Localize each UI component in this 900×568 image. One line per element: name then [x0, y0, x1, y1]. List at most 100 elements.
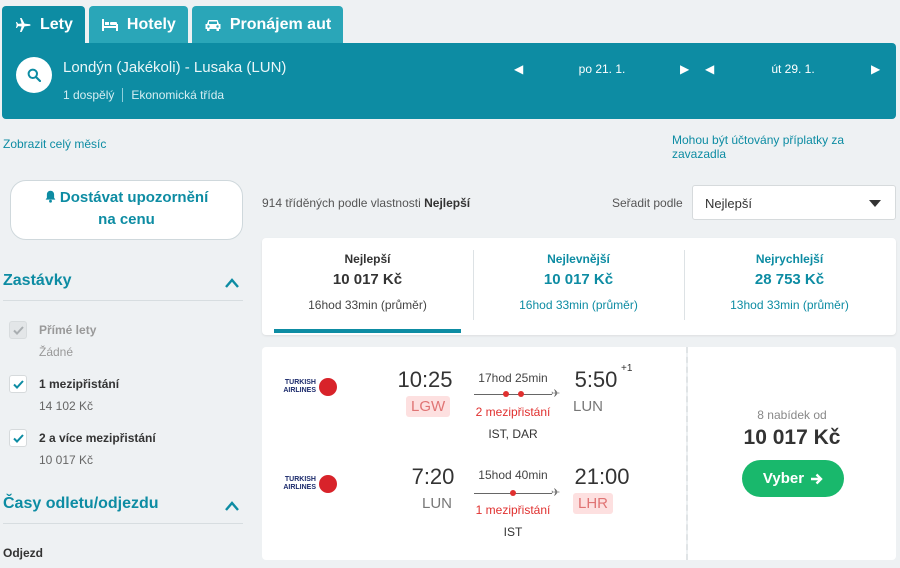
- offers-count: 8 nabídek od: [757, 408, 827, 422]
- results-count: 914 tříděných podle vlastnosti Nejlepší: [262, 196, 470, 210]
- depart-date[interactable]: po 21. 1.: [524, 62, 680, 76]
- tab-label: Lety: [40, 16, 73, 33]
- stop-dot: [510, 490, 516, 496]
- checkmark-icon: [12, 325, 24, 335]
- active-tab-indicator: [274, 329, 461, 333]
- flight-legs[interactable]: TURKISH AIRLINES 10:25 LGW 17hod 25min ✈ …: [262, 347, 686, 560]
- outbound-depart-time: 10:25: [397, 367, 453, 392]
- stops-filter-title[interactable]: Zastávky: [3, 272, 72, 290]
- stop-label-1-stop: 1 mezipřistání: [39, 377, 120, 391]
- outbound-from-airport: LGW: [406, 396, 451, 417]
- sort-tab-fastest[interactable]: Nejrychlejší 28 753 Kč 13hod 33min (prům…: [684, 238, 895, 335]
- passengers-cabin[interactable]: 1 dospělý Ekonomická třída: [63, 88, 224, 102]
- alert-label-line2: na cenu: [98, 211, 155, 228]
- stop-price-direct: Žádné: [39, 345, 74, 359]
- search-button[interactable]: [16, 57, 52, 93]
- inbound-depart-time: 7:20: [411, 464, 455, 489]
- divider: [3, 523, 243, 524]
- stop-dot: [518, 391, 524, 397]
- baggage-fees-link[interactable]: Mohou být účtovány příplatky za zavazadl…: [672, 133, 900, 161]
- results-count-sort: Nejlepší: [424, 196, 471, 210]
- bell-icon: [45, 190, 56, 203]
- divider: [3, 300, 243, 301]
- inbound-via: IST: [503, 525, 523, 539]
- outbound-to-airport: LUN: [573, 398, 604, 415]
- chevron-right-icon[interactable]: ▶: [680, 62, 690, 76]
- outbound-stops[interactable]: 2 mezipřistání: [458, 405, 568, 419]
- outbound-via: IST, DAR: [488, 427, 538, 441]
- inbound-from-airport: LUN: [422, 495, 453, 512]
- sort-tab-cheapest[interactable]: Nejlevnější 10 017 Kč 16hod 33min (průmě…: [473, 238, 684, 335]
- checkbox-1-stop[interactable]: [9, 375, 27, 393]
- select-button[interactable]: Vyber: [742, 460, 844, 497]
- stop-label-2-plus-stops: 2 a více mezipřistání: [39, 431, 156, 445]
- inbound-to-airport: LHR: [573, 493, 614, 514]
- sort-select[interactable]: Nejlepší: [692, 185, 896, 220]
- sort-tab-price: 28 753 Kč: [754, 271, 825, 288]
- times-filter-title[interactable]: Časy odletu/odjezdu: [3, 495, 159, 513]
- chevron-left-icon[interactable]: ◀: [514, 62, 524, 76]
- plane-icon: [14, 16, 32, 34]
- checkbox-2-plus-stops[interactable]: [9, 429, 27, 447]
- inbound-arrive-time: 21:00: [574, 464, 630, 489]
- sort-tab-duration: 16hod 33min (průměr): [308, 298, 427, 312]
- plane-icon: ✈: [551, 388, 561, 400]
- turkish-airlines-logo-icon: [319, 378, 337, 396]
- tab-car-rental[interactable]: Pronájem aut: [191, 6, 344, 44]
- price-box: 8 nabídek od 10 017 Kč Vyber: [688, 347, 896, 560]
- airline-name: TURKISH AIRLINES: [283, 476, 316, 491]
- inbound-stops[interactable]: 1 mezipřistání: [458, 503, 568, 517]
- chevron-up-icon[interactable]: [224, 277, 240, 289]
- results-count-text: 914 tříděných podle vlastnosti: [262, 196, 421, 210]
- sort-tabs: Nejlepší 10 017 Kč 16hod 33min (průměr) …: [262, 238, 896, 335]
- show-month-link[interactable]: Zobrazit celý měsíc: [3, 137, 106, 151]
- vertical-tabs: Lety Hotely Pronájem aut: [2, 6, 344, 44]
- divider: [122, 88, 124, 102]
- price-alert-button[interactable]: Dostávat upozornění na cenu: [10, 180, 243, 240]
- stop-label-direct: Přímé lety: [39, 323, 97, 337]
- car-icon: [204, 16, 222, 34]
- alert-label-line1: Dostávat upozornění: [59, 189, 209, 206]
- checkbox-direct[interactable]: [9, 321, 27, 339]
- sort-label: Seřadit podle: [612, 196, 683, 210]
- stop-price-2-plus-stops: 10 017 Kč: [39, 453, 94, 467]
- tab-label: Pronájem aut: [229, 16, 332, 33]
- sort-tab-duration: 16hod 33min (průměr): [519, 298, 638, 312]
- search-icon: [27, 68, 41, 82]
- sort-tab-duration: 13hod 33min (průměr): [730, 298, 849, 312]
- tab-flights[interactable]: Lety: [2, 6, 85, 44]
- sort-tab-title: Nejlevnější: [547, 252, 610, 266]
- stop-price-1-stop: 14 102 Kč: [39, 399, 94, 413]
- route-line: [474, 394, 552, 395]
- sort-tab-price: 10 017 Kč: [543, 271, 614, 288]
- checkmark-icon: [12, 379, 24, 389]
- depart-date-picker[interactable]: ◀ po 21. 1. ▶: [514, 59, 690, 79]
- select-label: Vyber: [762, 470, 805, 487]
- flight-result-card[interactable]: TURKISH AIRLINES 10:25 LGW 17hod 25min ✈ …: [262, 347, 896, 560]
- cabin-class: Ekonomická třída: [131, 88, 225, 102]
- arrow-right-icon: [811, 473, 823, 484]
- result-price: 10 017 Kč: [743, 426, 841, 449]
- search-summary-bar[interactable]: Londýn (Jakékoli) - Lusaka (LUN) 1 dospě…: [2, 43, 896, 119]
- airline-logo: TURKISH AIRLINES: [282, 377, 338, 399]
- sort-tab-title: Nejrychlejší: [755, 252, 824, 266]
- chevron-left-icon[interactable]: ◀: [705, 62, 715, 76]
- sort-tab-price: 10 017 Kč: [332, 271, 403, 288]
- route-text[interactable]: Londýn (Jakékoli) - Lusaka (LUN): [63, 59, 286, 76]
- chevron-right-icon[interactable]: ▶: [871, 62, 881, 76]
- chevron-up-icon[interactable]: [224, 500, 240, 512]
- tab-label: Hotely: [126, 16, 176, 33]
- day-offset: +1: [621, 363, 633, 374]
- sort-selected-value: Nejlepší: [705, 196, 752, 211]
- checkmark-icon: [12, 433, 24, 443]
- tab-hotels[interactable]: Hotely: [88, 6, 188, 44]
- turkish-airlines-logo-icon: [319, 475, 337, 493]
- airline-name: TURKISH AIRLINES: [283, 379, 316, 394]
- passengers-count: 1 dospělý: [63, 88, 115, 102]
- sort-tab-best[interactable]: Nejlepší 10 017 Kč 16hod 33min (průměr): [262, 238, 473, 335]
- return-date-picker[interactable]: ◀ út 29. 1. ▶: [705, 59, 881, 79]
- caret-down-icon: [869, 200, 881, 207]
- departure-label: Odjezd: [3, 546, 44, 560]
- bed-icon: [101, 16, 119, 34]
- return-date[interactable]: út 29. 1.: [715, 62, 871, 76]
